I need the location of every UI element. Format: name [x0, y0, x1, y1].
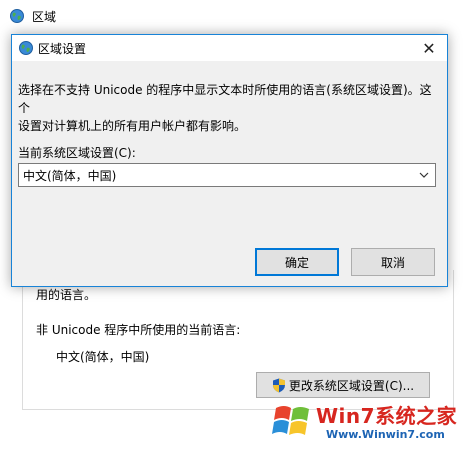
nonunicode-value: 中文(简体，中国) [56, 350, 150, 364]
change-system-locale-button[interactable]: 更改系统区域设置(C)... [256, 372, 430, 398]
dialog-description: 选择在不支持 Unicode 的程序中显示文本时所使用的语言(系统区域设置)。这… [18, 81, 443, 135]
dialog-titlebar: 区域设置 ✕ [12, 35, 447, 61]
change-system-locale-label: 更改系统区域设置(C)... [288, 378, 415, 393]
description-line-1: 选择在不支持 Unicode 的程序中显示文本时所使用的语言(系统区域设置)。这… [18, 83, 432, 115]
region-window-title: 区域 [32, 10, 57, 24]
description-line-2: 设置对计算机上的所有用户帐户都有影响。 [18, 119, 247, 133]
cancel-button[interactable]: 取消 [351, 248, 435, 276]
panel-partial-text: 用的语言。 [36, 288, 97, 302]
globe-icon [19, 41, 33, 55]
current-locale-dropdown[interactable]: 中文(简体，中国) [18, 163, 436, 187]
watermark-brand: Win7系统之家 [316, 404, 458, 428]
nonunicode-label: 非 Unicode 程序中所使用的当前语言: [36, 323, 241, 337]
globe-icon [10, 9, 24, 23]
current-locale-label: 当前系统区域设置(C): [18, 146, 136, 160]
win7-watermark-logo: Win7系统之家 Www.Winwin7.com [272, 398, 468, 446]
uac-shield-icon [272, 378, 285, 392]
windows-flag-icon [272, 406, 309, 435]
region-window-titlebar: 区域 [0, 0, 471, 30]
current-locale-value: 中文(简体，中国) [23, 168, 117, 183]
dialog-title: 区域设置 [38, 42, 87, 56]
ok-button[interactable]: 确定 [255, 248, 339, 276]
region-settings-dialog: 区域设置 ✕ 选择在不支持 Unicode 的程序中显示文本时所使用的语言(系统… [11, 34, 448, 287]
watermark-url: Www.Winwin7.com [326, 428, 445, 441]
chevron-down-icon [419, 172, 429, 178]
close-icon[interactable]: ✕ [411, 35, 447, 61]
